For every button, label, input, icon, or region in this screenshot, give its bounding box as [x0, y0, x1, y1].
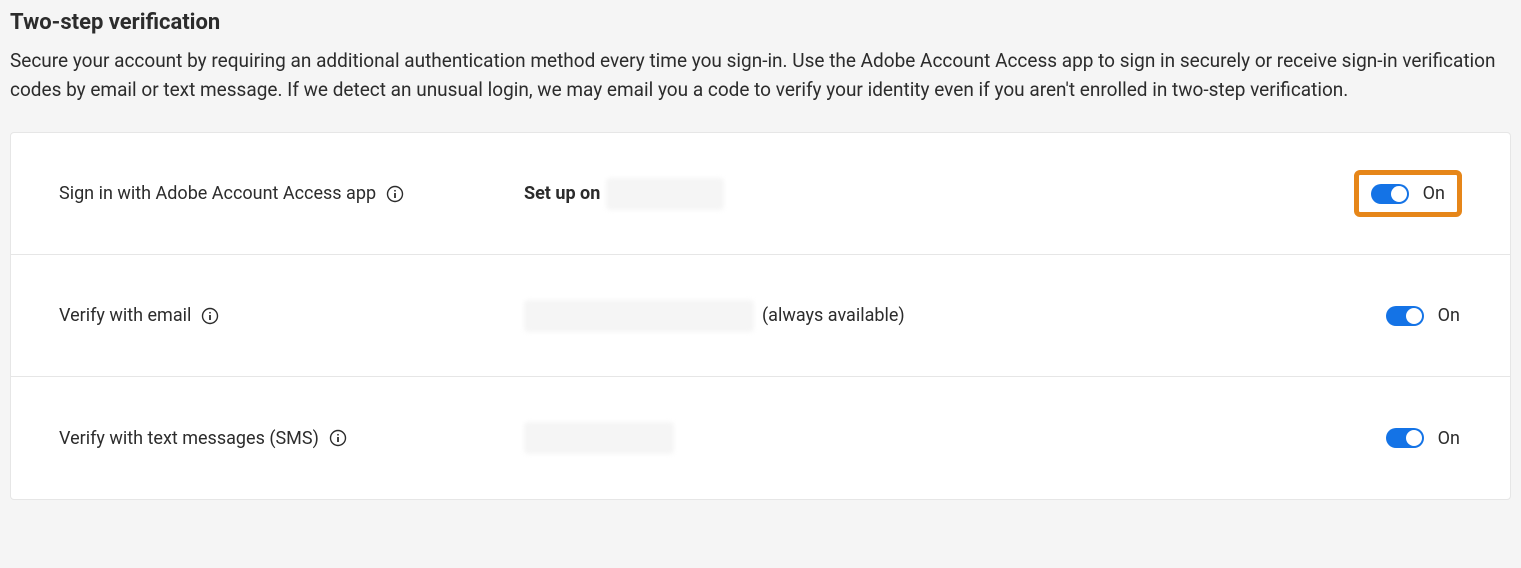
row-verify-sms: Verify with text messages (SMS) On	[11, 377, 1510, 499]
toggle-label: On	[1423, 183, 1445, 204]
row-label: Sign in with Adobe Account Access app	[59, 183, 524, 204]
toggle-label: On	[1438, 428, 1460, 449]
info-icon[interactable]	[329, 429, 347, 447]
row-value	[524, 422, 1386, 454]
row-verify-email: Verify with email (always available) On	[11, 255, 1510, 377]
row-label: Verify with text messages (SMS)	[59, 428, 524, 449]
section-title: Two-step verification	[10, 10, 1511, 35]
info-icon[interactable]	[386, 185, 404, 203]
toggle-label: On	[1438, 305, 1460, 326]
section-description: Secure your account by requiring an addi…	[10, 47, 1510, 104]
value-suffix: (always available)	[762, 305, 905, 326]
redacted-value	[606, 178, 724, 210]
value-prefix: Set up on	[524, 183, 600, 204]
row-account-access-app: Sign in with Adobe Account Access app Se…	[11, 133, 1510, 255]
label-text: Verify with email	[59, 305, 191, 326]
redacted-value	[524, 422, 674, 454]
toggle-verify-sms[interactable]	[1386, 428, 1424, 448]
redacted-value	[524, 300, 754, 332]
toggle-account-access-app[interactable]	[1371, 184, 1409, 204]
info-icon[interactable]	[201, 307, 219, 325]
toggle-container: On	[1386, 428, 1462, 449]
label-text: Sign in with Adobe Account Access app	[59, 183, 376, 204]
toggle-highlight-box: On	[1354, 170, 1462, 217]
toggle-verify-email[interactable]	[1386, 306, 1424, 326]
toggle-container: On	[1386, 305, 1462, 326]
label-text: Verify with text messages (SMS)	[59, 428, 319, 449]
two-step-card: Sign in with Adobe Account Access app Se…	[10, 132, 1511, 500]
row-label: Verify with email	[59, 305, 524, 326]
row-value: Set up on	[524, 178, 1354, 210]
row-value: (always available)	[524, 300, 1386, 332]
